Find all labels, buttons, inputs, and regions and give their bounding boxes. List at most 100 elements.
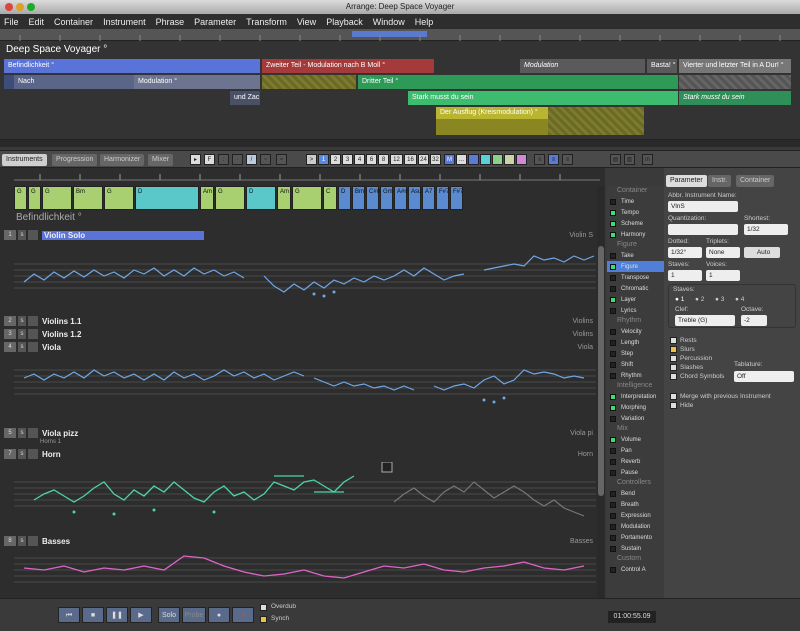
synch-checkbox[interactable] — [260, 616, 267, 623]
chord-block[interactable]: A7 — [422, 186, 435, 210]
container-block[interactable] — [679, 75, 791, 89]
track-header[interactable]: 1 s Violin Solo Violin S — [4, 229, 599, 241]
parameter-item[interactable]: Portamento — [607, 532, 664, 543]
solo-button[interactable]: s — [18, 230, 26, 240]
chord-block[interactable]: D — [246, 186, 276, 210]
container-block[interactable]: Modulation — [520, 59, 645, 73]
staff-radio-4[interactable]: ● 4 — [735, 296, 744, 303]
staff-viola[interactable] — [14, 356, 596, 418]
solo-button[interactable]: Solo — [158, 607, 180, 623]
parameter-item[interactable]: Variation — [607, 413, 664, 424]
parameter-toggle[interactable] — [610, 534, 616, 541]
chord-block[interactable]: G — [14, 186, 27, 210]
container-block[interactable]: Stark musst du sein — [679, 91, 791, 105]
staff-violin-solo[interactable] — [14, 246, 596, 306]
parameter-toggle[interactable] — [610, 307, 616, 314]
grid-button[interactable]: 12 — [390, 154, 403, 165]
track-header[interactable]: 7 s Horn Horn — [4, 448, 599, 460]
parameter-item[interactable]: Time — [607, 196, 664, 207]
solo-button[interactable]: s — [18, 342, 26, 352]
parameter-item[interactable]: Tempo — [607, 207, 664, 218]
panel-mode-icon[interactable]: m — [642, 154, 653, 165]
track-name[interactable]: Viola — [42, 343, 61, 352]
parameter-item[interactable]: Lyrics — [607, 305, 664, 316]
parameter-item[interactable]: Volume — [607, 434, 664, 445]
track-option-icon[interactable] — [28, 329, 38, 339]
container-block[interactable]: Nach — [14, 75, 134, 89]
parameter-item[interactable]: Modulation — [607, 521, 664, 532]
chord-block[interactable]: Am — [277, 186, 291, 210]
chord-block[interactable]: Bm — [352, 186, 365, 210]
chord-block[interactable]: D — [135, 186, 199, 210]
parameter-item[interactable]: Layer — [607, 294, 664, 305]
tab-instr[interactable]: Instr. — [708, 175, 732, 187]
grid-button[interactable]: 16 — [404, 154, 417, 165]
parameter-toggle[interactable] — [610, 415, 616, 422]
slashes-checkbox[interactable] — [670, 364, 677, 371]
color-filter-olive[interactable] — [504, 154, 515, 165]
tab-harmonizer[interactable]: Harmonizer — [100, 154, 145, 166]
chord-block[interactable]: Bm — [73, 186, 103, 210]
parameter-item[interactable]: Sustain — [607, 543, 664, 554]
record-arm-button[interactable]: ● — [232, 607, 254, 623]
grid-button[interactable]: 24 — [418, 154, 429, 165]
parameter-toggle[interactable] — [610, 512, 616, 519]
container-block[interactable]: Modulation ° — [134, 75, 260, 89]
chord-track[interactable]: G G G Bm G D Am G D Am G C D Bm C#m Gm A… — [14, 186, 464, 210]
track-header[interactable]: 5 s Viola pizz Viola pi — [4, 427, 599, 439]
solo-button[interactable]: s — [18, 449, 26, 459]
parameter-toggle[interactable] — [610, 490, 616, 497]
staff-radio-3[interactable]: ● 3 — [715, 296, 724, 303]
parameter-toggle[interactable] — [610, 252, 616, 259]
menu-phrase[interactable]: Phrase — [156, 17, 185, 27]
stop-button[interactable]: ■ — [82, 607, 104, 623]
parameter-item[interactable]: Pause — [607, 467, 664, 478]
phrase-end-marker[interactable] — [381, 462, 393, 473]
chord-block[interactable]: Am — [200, 186, 214, 210]
arrange-horizontal-scrollbar[interactable] — [0, 139, 800, 147]
score-view[interactable]: G G G Bm G D Am G D Am G C D Bm C#m Gm A… — [0, 168, 605, 598]
parameter-item[interactable]: Take — [607, 250, 664, 261]
chord-block[interactable]: C — [323, 186, 337, 210]
parameter-toggle[interactable] — [610, 296, 616, 303]
probe-button[interactable]: Probe — [182, 607, 206, 623]
triplets-select[interactable]: None — [706, 247, 740, 258]
voices-select[interactable]: 1 — [706, 270, 740, 281]
tool-points-icon[interactable]: · — [232, 154, 243, 165]
arrange-ruler[interactable] — [0, 29, 800, 41]
quantization-select[interactable] — [668, 224, 738, 235]
overdub-checkbox[interactable] — [260, 604, 267, 611]
parameter-item[interactable]: Chromatic — [607, 283, 664, 294]
tablature-select[interactable]: Off — [734, 371, 794, 382]
parameter-toggle[interactable] — [610, 231, 616, 238]
staff-horn[interactable] — [14, 462, 596, 532]
staff-radio-1[interactable]: ● 1 — [675, 296, 684, 303]
hide-checkbox[interactable] — [670, 402, 677, 409]
tool-select-icon[interactable]: ▸ — [190, 154, 201, 165]
track-option-icon[interactable] — [28, 536, 38, 546]
slurs-checkbox[interactable] — [670, 346, 677, 353]
chord-block[interactable]: G — [215, 186, 245, 210]
auto-button[interactable]: Auto — [744, 247, 780, 258]
parameter-toggle[interactable] — [610, 198, 616, 205]
solo-button[interactable]: s — [18, 329, 26, 339]
menu-parameter[interactable]: Parameter — [194, 17, 236, 27]
pause-button[interactable]: ❚❚ — [106, 607, 128, 623]
play-button[interactable]: ▶ — [130, 607, 152, 623]
parameter-item[interactable]: Rhythm — [607, 370, 664, 381]
parameter-item[interactable]: Control A — [607, 564, 664, 575]
grid-button[interactable]: ... — [456, 154, 467, 165]
grid-button[interactable]: > — [306, 154, 317, 165]
track-name[interactable]: Viola pizz — [42, 429, 78, 438]
octave-select[interactable]: -2 — [741, 315, 767, 326]
track-name[interactable]: Violins 1.2 — [42, 330, 81, 339]
parameter-item[interactable]: Velocity — [607, 326, 664, 337]
parameter-item[interactable]: Shift — [607, 359, 664, 370]
view-grid-icon[interactable]: ≡ — [562, 154, 573, 165]
view-lines-icon[interactable]: ≡ — [548, 154, 559, 165]
tab-parameter[interactable]: Parameter — [666, 175, 707, 187]
menu-window[interactable]: Window — [373, 17, 405, 27]
parameter-toggle[interactable] — [610, 263, 616, 270]
parameter-toggle[interactable] — [610, 469, 616, 476]
tool-scatter-icon[interactable]: : — [218, 154, 229, 165]
